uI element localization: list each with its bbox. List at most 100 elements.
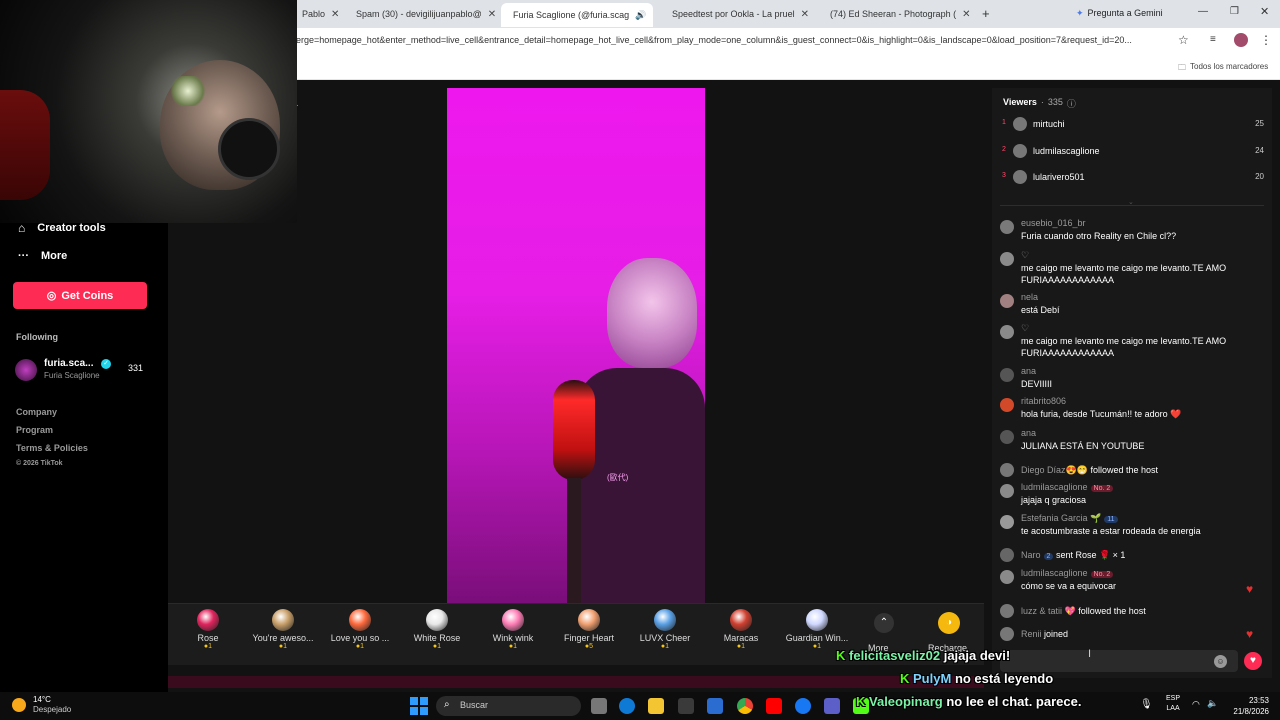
gift-item[interactable]: LUVX Cheer ●1 <box>630 609 700 650</box>
tab-furia-tiktok[interactable]: Furia Scaglione (@furia.scag 🔊 ✕ <box>501 3 653 27</box>
like-heart-button[interactable]: ♥ <box>1244 652 1262 670</box>
chat-message[interactable]: nela está Debí <box>1000 292 1264 320</box>
more-item[interactable]: ··· More <box>18 250 67 262</box>
info-icon[interactable]: ⓘ <box>1067 97 1076 110</box>
gift-item[interactable]: White Rose ●1 <box>402 609 472 650</box>
chat-message[interactable]: ana JULIANA ESTÁ EN YOUTUBE <box>1000 428 1264 456</box>
edge-icon[interactable] <box>619 698 635 714</box>
store-icon[interactable] <box>678 698 694 714</box>
chat-text: JULIANA ESTÁ EN YOUTUBE <box>1021 441 1145 451</box>
chat-message[interactable]: Estefania Garcia 🌱 11 te acostumbraste a e… <box>1000 513 1264 541</box>
chat-message[interactable]: ludmilascaglione No. 2 jajaja q graciosa <box>1000 482 1264 510</box>
file-explorer-icon[interactable] <box>648 698 664 714</box>
chrome-icon[interactable] <box>737 698 753 714</box>
chat-message[interactable]: ana DEVIIIII <box>1000 366 1264 394</box>
gift-item[interactable]: You're aweso... ●1 <box>248 609 318 650</box>
clock[interactable]: 23:53 21/8/2026 <box>1229 695 1269 717</box>
emoji-icon[interactable]: ☺ <box>1214 655 1227 668</box>
chat-message[interactable]: ♡ me caigo me levanto me caigo me levanto… <box>1000 250 1264 285</box>
taskbar-search[interactable]: ⌕ Buscar <box>436 696 581 716</box>
chat-message[interactable]: ludmilascaglione No. 2 cómo se va a equivo… <box>1000 568 1264 596</box>
weather-desc[interactable]: Despejado <box>33 705 71 714</box>
kebab-menu-icon[interactable]: ⋮ <box>1260 33 1272 47</box>
chat-username[interactable]: ana <box>1021 366 1036 376</box>
wifi-icon[interactable]: ◠ <box>1192 699 1200 710</box>
chat-message[interactable]: Renii joined <box>1000 625 1264 641</box>
chat-username[interactable]: ♡ <box>1021 323 1029 334</box>
bookmark-star-icon[interactable]: ☆ <box>1178 33 1189 47</box>
viewer-row[interactable]: 1 mirtuchi 25 <box>1000 117 1266 133</box>
gemini-button[interactable]: ✦ Pregunta a Gemini <box>1076 8 1163 19</box>
teams-icon[interactable] <box>824 698 840 714</box>
gift-name: You're aweso... <box>252 633 314 643</box>
maximize-button[interactable]: ❐ <box>1230 6 1239 17</box>
close-window-button[interactable]: ✕ <box>1260 5 1269 18</box>
profile-avatar[interactable] <box>1234 33 1248 47</box>
chat-username[interactable]: ♡ <box>1021 250 1029 261</box>
chat-message[interactable]: luzz & tatii 💖 followed the host <box>1000 602 1264 618</box>
viewer-row[interactable]: 2 ludmilascaglione 24 <box>1000 144 1266 160</box>
following-item[interactable]: furia.sca... ✓ Furia Scaglione 331 <box>15 357 155 383</box>
footer-terms[interactable]: Terms & Policies <box>16 439 88 457</box>
chat-username[interactable]: ludmilascaglione No. 2 <box>1021 568 1114 578</box>
chat-username[interactable]: ana <box>1021 428 1036 438</box>
address-bar[interactable]: erge=homepage_hot&enter_method=live_cell… <box>296 28 1280 54</box>
close-icon[interactable]: ✕ <box>652 10 653 21</box>
all-bookmarks[interactable]: 🗀 Todos los marcadores <box>1178 62 1268 76</box>
volume-icon[interactable]: 🔈 <box>1207 698 1218 709</box>
youtube-taskbar-icon[interactable] <box>766 698 782 714</box>
chat-username[interactable]: ludmilascaglione No. 2 <box>1021 482 1114 492</box>
gift-item[interactable]: Finger Heart ●5 <box>554 609 624 650</box>
chat-username[interactable]: Naro 2 <box>1021 550 1054 560</box>
gift-item[interactable]: Maracas ●1 <box>706 609 776 650</box>
media-control-icon[interactable]: ≡ <box>1210 34 1216 45</box>
gift-item[interactable]: Wink wink ●1 <box>478 609 548 650</box>
gift-item[interactable]: Rose ●1 <box>173 609 243 650</box>
chevron-down-icon[interactable]: ⌄ <box>1128 198 1134 206</box>
chat-message[interactable]: ♡ me caigo me levanto me caigo me levanto… <box>1000 323 1264 358</box>
mail-icon[interactable] <box>707 698 723 714</box>
recharge-coin-icon[interactable]: ◑ <box>938 612 960 634</box>
chevron-up-icon[interactable]: ⌃ <box>874 613 894 633</box>
gift-item[interactable]: Guardian Win... ●1 <box>782 609 852 650</box>
live-video[interactable]: (歐代) <box>447 88 705 603</box>
chat-username[interactable]: eusebio_016_br <box>1021 218 1086 228</box>
weather-temp[interactable]: 14°C <box>33 695 51 704</box>
chat-input[interactable] <box>1000 650 1238 672</box>
footer-company[interactable]: Company <box>16 403 88 421</box>
viewer-row[interactable]: 3 lularivero501 20 <box>1000 170 1266 186</box>
gift-item[interactable]: Love you so ... ●1 <box>325 609 395 650</box>
microphone-tray-icon[interactable]: 🎙 <box>1140 699 1153 710</box>
facebook-icon[interactable] <box>795 698 811 714</box>
task-view-icon[interactable] <box>591 698 607 714</box>
footer-program[interactable]: Program <box>16 421 88 439</box>
chat-username[interactable]: Estefania Garcia 🌱 11 <box>1021 513 1118 524</box>
chat-username[interactable]: nela <box>1021 292 1038 302</box>
chat-message[interactable]: eusebio_016_br Furia cuando otro Reality … <box>1000 218 1264 246</box>
close-icon[interactable]: ✕ <box>962 9 970 20</box>
minimize-button[interactable]: — <box>1198 6 1208 17</box>
close-icon[interactable]: ✕ <box>488 9 496 20</box>
chat-message[interactable]: Naro 2 sent Rose 🌹 × 1 <box>1000 546 1264 562</box>
weather-icon[interactable] <box>12 698 26 712</box>
url-text[interactable]: erge=homepage_hot&enter_method=live_cell… <box>296 35 1176 45</box>
gift-name: Rose <box>197 633 219 643</box>
chat-username[interactable]: ritabrito806 <box>1021 396 1066 406</box>
chat-username[interactable]: luzz & tatii 💖 <box>1021 606 1076 616</box>
tab-speedtest[interactable]: Speedtest por Ookla - La pruel ✕ <box>660 4 812 24</box>
get-coins-button[interactable]: ◎ Get Coins <box>13 282 147 309</box>
tab-spam[interactable]: Spam (30) - devigilijuanpablo@ ✕ <box>344 4 496 24</box>
new-tab-button[interactable]: + <box>982 6 990 21</box>
tab-youtube[interactable]: (74) Ed Sheeran - Photograph ( ✕ <box>818 4 970 24</box>
chat-username[interactable]: Diego Díaz😍😁 <box>1021 465 1088 475</box>
chat-message[interactable]: ritabrito806 hola furia, desde Tucumán!! … <box>1000 396 1264 424</box>
close-icon[interactable]: ✕ <box>801 9 809 20</box>
speaker-icon[interactable]: 🔊 <box>635 10 646 21</box>
windows-start-icon[interactable] <box>410 697 428 715</box>
creator-tools-item[interactable]: ⌂ Creator tools <box>18 221 106 235</box>
language-indicator[interactable]: ESP LAA <box>1166 694 1180 714</box>
chat-message[interactable]: Diego Díaz😍😁 followed the host <box>1000 461 1264 477</box>
tab-pablo[interactable]: Pablo ✕ <box>296 4 346 24</box>
close-icon[interactable]: ✕ <box>331 9 339 20</box>
chat-username[interactable]: Renii <box>1021 629 1042 639</box>
